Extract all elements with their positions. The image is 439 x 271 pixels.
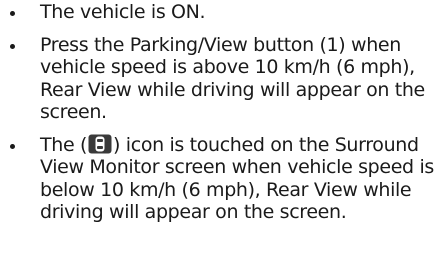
instruction-list: The vehicle is ON. Press the Parking/Vie…: [0, 0, 439, 234]
list-item: The ( ) icon is touched on the Surround …: [0, 134, 439, 224]
bullet-icon: [10, 143, 15, 149]
bullet-text: Press the Parking/View button (1) when v…: [40, 33, 425, 124]
surround-view-car-icon: [88, 134, 112, 153]
bullet-text: The vehicle is ON.: [40, 1, 206, 23]
bullet-icon: [10, 11, 15, 16]
bullet-text-prefix: The (: [40, 133, 88, 156]
list-item: Press the Parking/View button (1) when v…: [0, 34, 439, 124]
list-item: The vehicle is ON.: [0, 1, 439, 24]
bullet-icon: [10, 43, 15, 49]
